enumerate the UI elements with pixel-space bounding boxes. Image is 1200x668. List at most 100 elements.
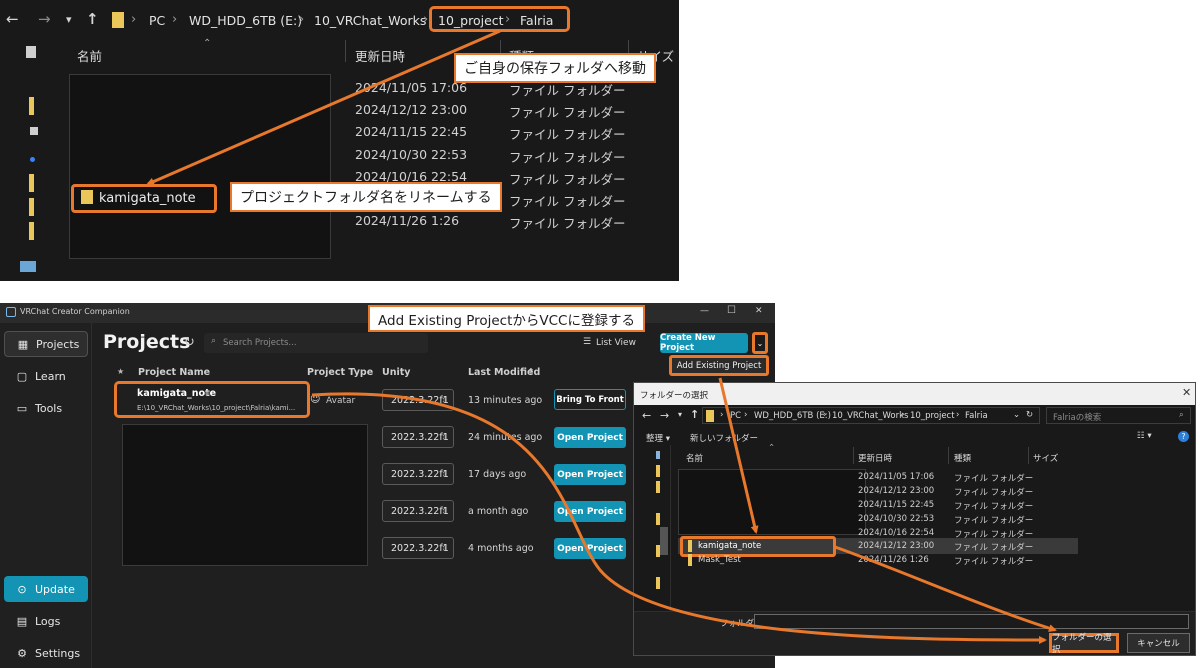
breadcrumb-separator-icon: › (423, 12, 429, 27)
breadcrumb-separator-icon: › (956, 410, 960, 420)
forward-arrow-icon[interactable]: → (660, 409, 669, 422)
sidebar-item-settings[interactable]: ⚙ Settings (4, 640, 88, 666)
folder-icon (656, 513, 660, 525)
back-arrow-icon[interactable]: ← (642, 409, 651, 422)
open-project-button[interactable]: Open Project (554, 501, 626, 522)
create-new-project-button[interactable]: Create New Project (660, 333, 748, 353)
redacted-folder-names (678, 469, 866, 535)
forward-arrow-icon[interactable]: → (38, 10, 51, 28)
row-type: ファイル フォルダー (954, 557, 1034, 567)
close-icon[interactable]: ✕ (1182, 386, 1191, 399)
folder-name[interactable]: Mask_Test (698, 555, 741, 565)
unity-version: 2022.3.22f1 (391, 468, 449, 480)
folder-select-dialog: フォルダーの選択 ✕ ← → ▾ ↑ › PC › WD_HDD_6TB (E:… (633, 382, 1196, 656)
column-name[interactable]: 名前 (77, 46, 102, 65)
sidebar-item-learn[interactable]: ▢ Learn (4, 363, 88, 389)
list-view-button[interactable]: List View (596, 338, 636, 348)
drive-icon (30, 127, 38, 135)
redacted-folder-names (69, 74, 331, 259)
highlight-project-row (114, 381, 310, 418)
star-icon: ★ (117, 367, 125, 376)
breadcrumb-drive[interactable]: WD_HDD_6TB (E:) (754, 411, 831, 421)
breadcrumb-pc[interactable]: PC (730, 411, 741, 421)
open-project-button[interactable]: Open Project (554, 464, 626, 485)
unity-version-select[interactable]: 2022.3.22f1 ⇕ (382, 537, 454, 559)
breadcrumb-drive[interactable]: WD_HDD_6TB (E:) (189, 13, 302, 28)
breadcrumb-works[interactable]: 10_VRChat_Works (314, 13, 426, 28)
select-folder-button[interactable]: フォルダーの選択 (1049, 633, 1119, 655)
recent-chevron-icon[interactable]: ▾ (66, 13, 72, 26)
breadcrumb-project[interactable]: 10_project (910, 411, 955, 421)
column-name[interactable]: 名前 (686, 452, 703, 464)
dialog-search-input[interactable]: Falriaの検索 ⌕ (1046, 407, 1191, 424)
row-type: ファイル フォルダー (509, 127, 626, 142)
row-date: 2024/10/30 22:53 (355, 147, 468, 162)
cancel-button[interactable]: キャンセル (1127, 633, 1190, 653)
breadcrumb-separator-icon: › (744, 410, 748, 420)
breadcrumb-pc[interactable]: PC (149, 13, 165, 28)
dialog-address-bar[interactable]: › PC › WD_HDD_6TB (E:) › 10_VRChat_Works… (702, 407, 1040, 424)
sidebar-item-tools[interactable]: ▭ Tools (4, 395, 88, 421)
refresh-icon[interactable]: ↻ (184, 335, 195, 350)
file-explorer-window: ← → ▾ ↑ › PC › WD_HDD_6TB (E:) › 10_VRCh… (0, 0, 679, 281)
unity-version-select[interactable]: 2022.3.22f1 ⇕ (382, 426, 454, 448)
list-view-icon[interactable]: ☰ (583, 337, 591, 347)
unity-version-select[interactable]: 2022.3.22f1 ⇕ (382, 463, 454, 485)
open-project-button[interactable]: Open Project (554, 538, 626, 559)
settings-icon: ⚙ (17, 646, 27, 660)
folder-path-input[interactable] (754, 614, 1189, 629)
open-project-button[interactable]: Open Project (554, 427, 626, 448)
column-type[interactable]: 種類 (954, 452, 971, 464)
view-options-icon[interactable]: ☷ ▾ (1137, 431, 1152, 441)
renamed-folder-name[interactable]: kamigata_note (99, 191, 196, 206)
breadcrumb-falria[interactable]: Falria (965, 411, 988, 421)
unity-version-select[interactable]: 2022.3.22f1 ⇕ (382, 500, 454, 522)
last-modified: 17 days ago (468, 469, 527, 480)
row-type: ファイル フォルダー (509, 105, 626, 120)
up-arrow-icon[interactable]: ↑ (690, 408, 699, 421)
up-arrow-icon[interactable]: ↑ (86, 10, 99, 28)
add-existing-project-button[interactable]: Add Existing Project (669, 355, 769, 376)
column-project-name[interactable]: Project Name (138, 367, 210, 378)
close-icon[interactable]: ✕ (755, 306, 763, 316)
folder-icon (688, 540, 692, 552)
column-unity[interactable]: Unity (382, 367, 410, 378)
create-dropdown-chevron-icon[interactable]: ⌄ (752, 332, 768, 354)
minimize-icon[interactable]: — (700, 306, 709, 316)
vcc-logo-icon (6, 307, 16, 317)
selected-folder-name[interactable]: kamigata_note (698, 541, 761, 551)
row-date: 2024/11/05 17:06 (858, 472, 935, 482)
breadcrumb-separator-icon: › (823, 410, 827, 420)
row-type: ファイル フォルダー (509, 216, 626, 231)
recent-chevron-icon[interactable]: ▾ (678, 410, 682, 419)
help-icon[interactable]: ? (1178, 431, 1189, 442)
row-date: 2024/12/12 23:00 (355, 102, 468, 117)
organize-menu[interactable]: 整理 ▾ (646, 432, 670, 444)
column-size[interactable]: サイズ (1033, 452, 1058, 464)
maximize-icon[interactable]: ☐ (727, 305, 736, 316)
column-date[interactable]: 更新日時 (355, 46, 405, 65)
bring-to-front-button[interactable]: Bring To Front (554, 389, 626, 410)
unity-version-select[interactable]: 2022.3.22f1 ⇕ (382, 389, 454, 411)
project-type: Avatar (326, 396, 356, 406)
highlight-breadcrumb (429, 6, 570, 32)
redacted-project-names (122, 424, 368, 566)
unity-version: 2022.3.22f1 (391, 542, 449, 554)
column-date[interactable]: 更新日時 (858, 452, 892, 464)
sidebar-item-label: Learn (35, 369, 66, 383)
column-project-type[interactable]: Project Type (307, 367, 373, 378)
row-date: 2024/11/26 1:26 (858, 555, 929, 565)
search-input[interactable]: ⌕ Search Projects... (204, 333, 428, 353)
column-divider (853, 447, 854, 464)
refresh-icon[interactable]: ↻ (1026, 410, 1033, 420)
sidebar-item-logs[interactable]: ▤ Logs (4, 608, 88, 634)
new-folder-button[interactable]: 新しいフォルダー (690, 432, 758, 444)
nav-scrollbar[interactable] (660, 527, 668, 555)
sidebar-item-projects[interactable]: ▦ Projects (4, 331, 88, 357)
search-icon: ⌕ (211, 336, 217, 346)
row-type: ファイル フォルダー (954, 502, 1034, 512)
breadcrumb-works[interactable]: 10_VRChat_Works (832, 411, 908, 421)
sidebar-item-update[interactable]: ⊙ Update (4, 576, 88, 602)
back-arrow-icon[interactable]: ← (6, 10, 19, 28)
dropdown-chevron-icon[interactable]: ⌄ (1013, 410, 1020, 420)
